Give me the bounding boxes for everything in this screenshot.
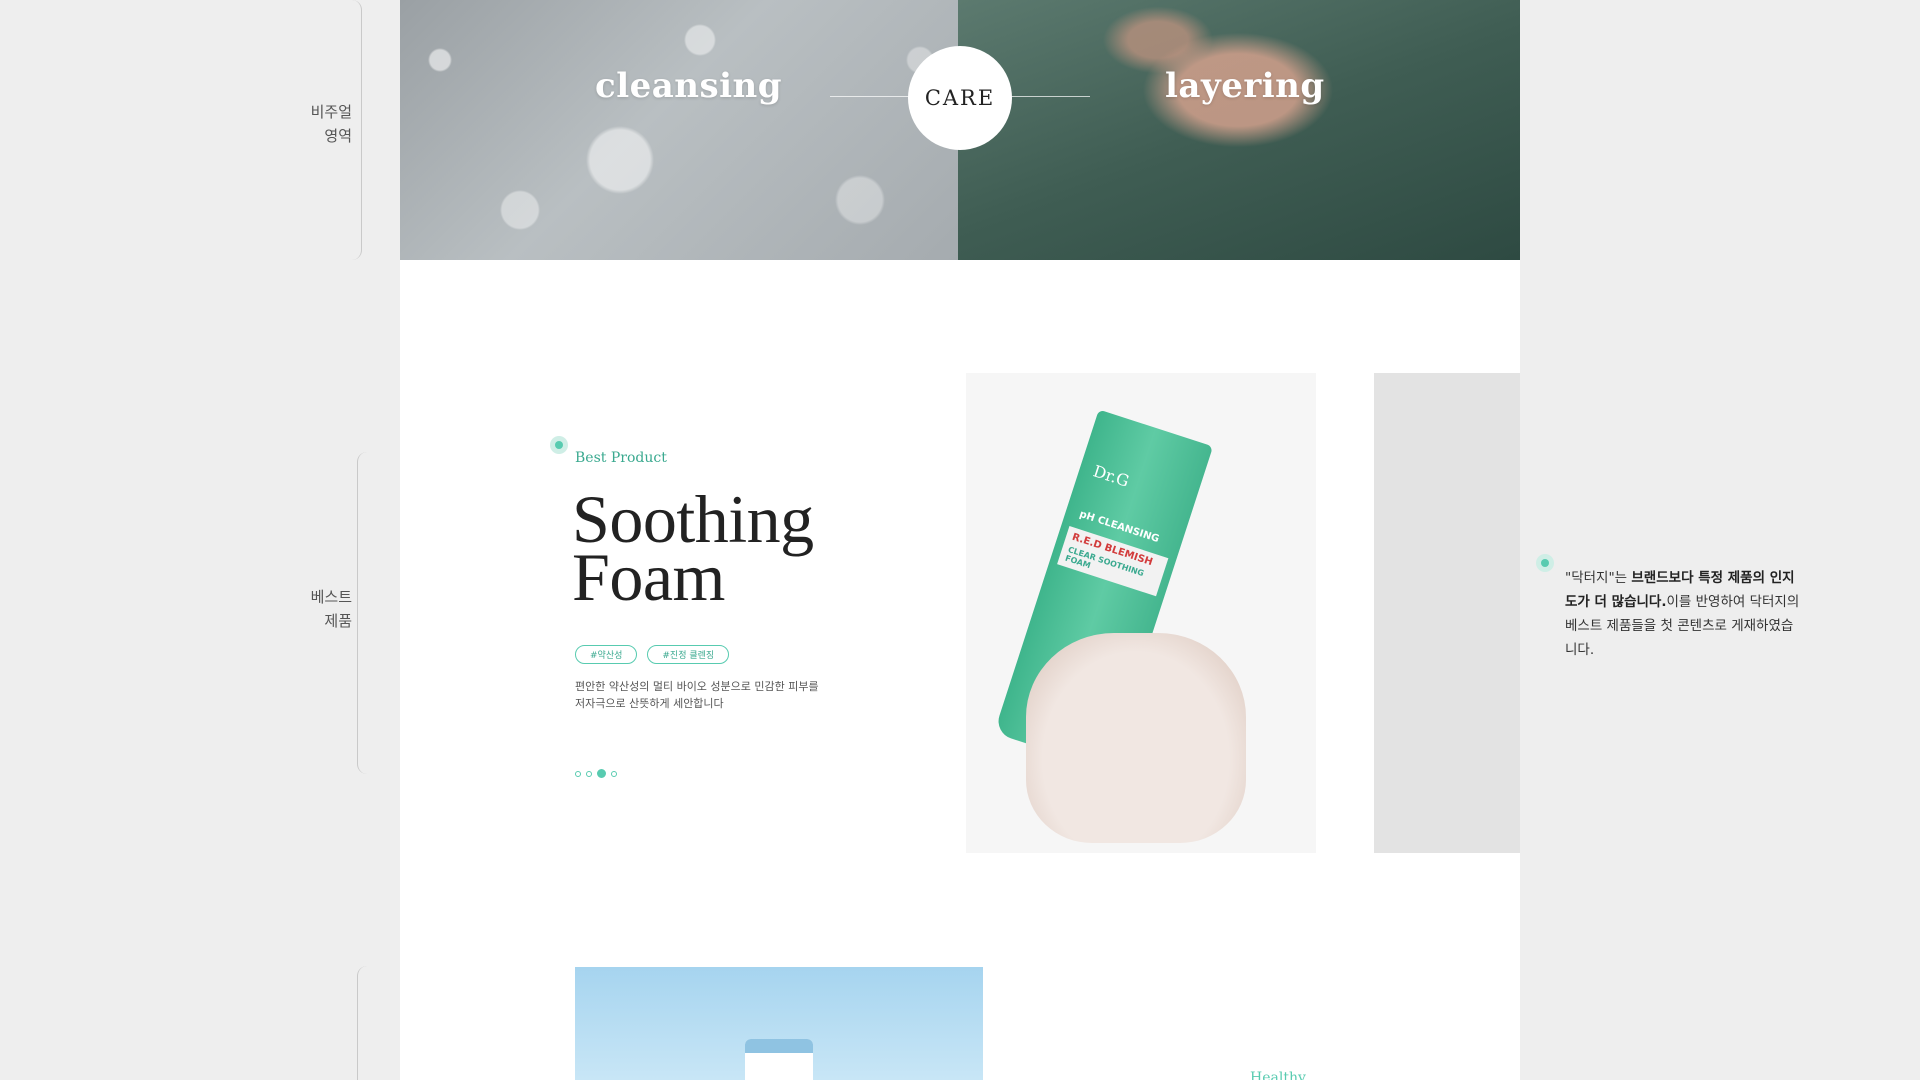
annotation-bracket-next — [357, 966, 367, 1080]
product-description-line2: 저자극으로 산뜻하게 세안합니다 — [575, 697, 724, 710]
pager-dot-3-active[interactable] — [597, 769, 606, 778]
carousel-pagination — [575, 769, 617, 778]
second-product-photo — [575, 967, 983, 1080]
annotation-bracket-best — [357, 452, 367, 774]
product-title: Soothing Foam — [572, 485, 814, 611]
best-product-eyebrow: Best Product — [575, 450, 667, 466]
pager-dot-2[interactable] — [586, 770, 592, 777]
annotation-best-product-line2: 제품 — [324, 612, 352, 630]
product-photo: Dr.G pH CLEANSING R.E.D BLEMISH CLEAR SO… — [966, 373, 1316, 853]
tag-mild-acidic[interactable]: #약산성 — [575, 645, 638, 664]
hero-divider-left — [830, 96, 910, 97]
foamy-hand — [1026, 633, 1246, 843]
annotation-bracket-visual — [352, 0, 362, 260]
annotation-visual-area-line2: 영역 — [324, 127, 352, 145]
care-label: CARE — [924, 86, 996, 110]
tube-brand-logo: Dr.G — [1090, 461, 1132, 491]
hero-word-cleansing[interactable]: cleansing — [595, 66, 782, 106]
annotation-best-product: 베스트 제품 — [311, 585, 352, 633]
care-circle-badge: CARE — [908, 46, 1012, 150]
annotation-best-product-line1: 베스트 — [310, 588, 352, 606]
pager-dot-1[interactable] — [575, 770, 581, 777]
hero-visual: cleansing CARE layering — [400, 0, 1520, 260]
foam-bubbles-image — [400, 0, 958, 260]
annotation-note: "닥터지"는 브랜드보다 특정 제품의 인지도가 더 많습니다.이를 반영하여 … — [1565, 566, 1805, 662]
note-part1: "닥터지"는 — [1565, 570, 1632, 586]
annotation-visual-area: 비주얼 영역 — [311, 100, 352, 148]
bottle-lid — [745, 1039, 813, 1053]
next-section-heading: Healthy — [1250, 1070, 1306, 1080]
annotation-visual-area-line1: 비주얼 — [310, 103, 352, 121]
product-description: 편안한 약산성의 멀티 바이오 성분으로 민감한 피부를 저자극으로 산뜻하게 … — [575, 678, 819, 712]
hero-divider-right — [1010, 96, 1090, 97]
page-canvas: cleansing CARE layering Best Product Soo… — [400, 0, 1520, 1080]
next-slide-preview[interactable] — [1374, 373, 1520, 853]
product-tags: #약산성 #진정 클렌징 — [575, 645, 730, 664]
pager-dot-4[interactable] — [611, 770, 617, 777]
tag-soothing-cleansing[interactable]: #진정 클렌징 — [647, 645, 730, 664]
note-accent-dot-icon — [1536, 554, 1554, 572]
accent-dot-icon — [550, 436, 568, 454]
product-description-line1: 편안한 약산성의 멀티 바이오 성분으로 민감한 피부를 — [575, 680, 819, 693]
hero-word-layering[interactable]: layering — [1165, 66, 1325, 106]
hand-in-water-image — [958, 0, 1520, 260]
